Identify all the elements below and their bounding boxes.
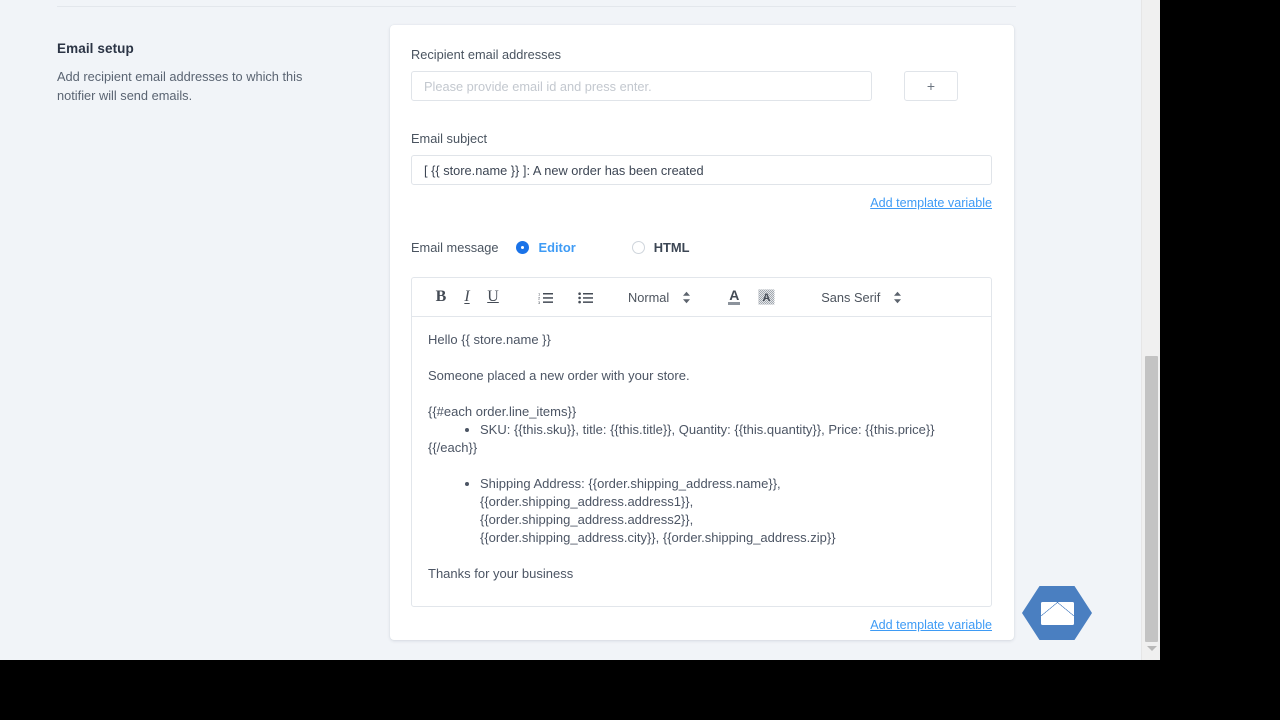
message-greeting: Hello {{ store.name }} <box>428 332 551 347</box>
svg-text:3: 3 <box>538 299 541 303</box>
radio-html-label: HTML <box>653 239 690 255</box>
recipient-email-row: + <box>411 71 993 101</box>
chevron-updown-icon <box>682 291 691 304</box>
email-message-body[interactable]: Hello {{ store.name }} Someone placed a … <box>412 317 991 606</box>
message-intro: Someone placed a new order with your sto… <box>428 368 690 383</box>
font-family-select[interactable]: Sans Serif <box>821 290 902 305</box>
line-item-list: SKU: {{this.sku}}, title: {{this.title}}… <box>428 421 975 439</box>
email-message-label: Email message <box>411 239 499 255</box>
add-template-variable-link-subject[interactable]: Add template variable <box>411 196 992 210</box>
recipient-email-label: Recipient email addresses <box>411 47 562 62</box>
highlight-color-icon[interactable]: A <box>753 285 779 309</box>
shipping-line-3: {{order.shipping_address.address2}}, <box>480 512 694 527</box>
svg-text:A: A <box>762 292 770 304</box>
message-each-open: {{#each order.line_items}} <box>428 404 577 419</box>
email-setup-card: Recipient email addresses + Email subjec… <box>390 25 1014 640</box>
heading-format-value: Normal <box>628 289 670 305</box>
email-message-mode-row: Email message Editor HTML <box>411 238 993 256</box>
message-closing: Thanks for your business <box>428 566 574 581</box>
page-viewport: Email setup Add recipient email addresse… <box>0 0 1160 660</box>
section-description: Add recipient email addresses to which t… <box>57 69 303 103</box>
message-each-close: {{/each}} <box>428 440 478 455</box>
section-divider <box>57 6 1016 7</box>
bullet-list-icon[interactable] <box>572 285 598 309</box>
email-subject-label: Email subject <box>411 131 488 146</box>
shipping-line-2: {{order.shipping_address.address1}}, <box>480 494 694 509</box>
ordered-list-icon[interactable]: 1 2 3 <box>532 285 558 309</box>
vertical-scrollbar[interactable] <box>1141 0 1160 660</box>
shipping-address-list: Shipping Address: {{order.shipping_addre… <box>428 475 975 547</box>
editor-toolbar: B I U 1 2 3 Normal A A Sans Serif <box>412 278 991 317</box>
underline-icon[interactable]: U <box>480 285 506 309</box>
list-item: SKU: {{this.sku}}, title: {{this.title}}… <box>480 421 975 439</box>
recipient-email-input[interactable] <box>411 71 872 101</box>
list-item: Shipping Address: {{order.shipping_addre… <box>480 475 975 547</box>
heading-format-select[interactable]: Normal <box>628 290 691 305</box>
email-message-editor: B I U 1 2 3 Normal A A Sans Serif Hello … <box>411 277 992 607</box>
bold-icon[interactable]: B <box>428 285 454 309</box>
font-family-value: Sans Serif <box>821 289 881 305</box>
radio-option-html[interactable]: HTML <box>631 239 690 255</box>
envelope-fab-button[interactable] <box>1022 586 1092 640</box>
scroll-down-arrow-icon[interactable] <box>1147 646 1157 651</box>
email-setup-section-header: Email setup Add recipient email addresse… <box>57 41 357 105</box>
shipping-line-1: Shipping Address: {{order.shipping_addre… <box>480 476 781 491</box>
text-color-icon[interactable]: A <box>721 285 747 309</box>
radio-editor-label: Editor <box>538 239 576 255</box>
add-recipient-button[interactable]: + <box>904 71 958 101</box>
add-template-variable-link-message[interactable]: Add template variable <box>411 618 992 632</box>
email-subject-input[interactable] <box>411 155 992 185</box>
page-title: Email setup <box>57 41 134 56</box>
scrollbar-thumb[interactable] <box>1145 356 1158 642</box>
radio-editor-indicator <box>516 240 530 254</box>
envelope-icon <box>1040 601 1074 625</box>
radio-html-indicator <box>631 240 645 254</box>
radio-option-editor[interactable]: Editor <box>516 239 576 255</box>
chevron-updown-icon-font <box>893 291 902 304</box>
italic-icon[interactable]: I <box>454 285 480 309</box>
shipping-line-4: {{order.shipping_address.city}}, {{order… <box>480 530 836 545</box>
